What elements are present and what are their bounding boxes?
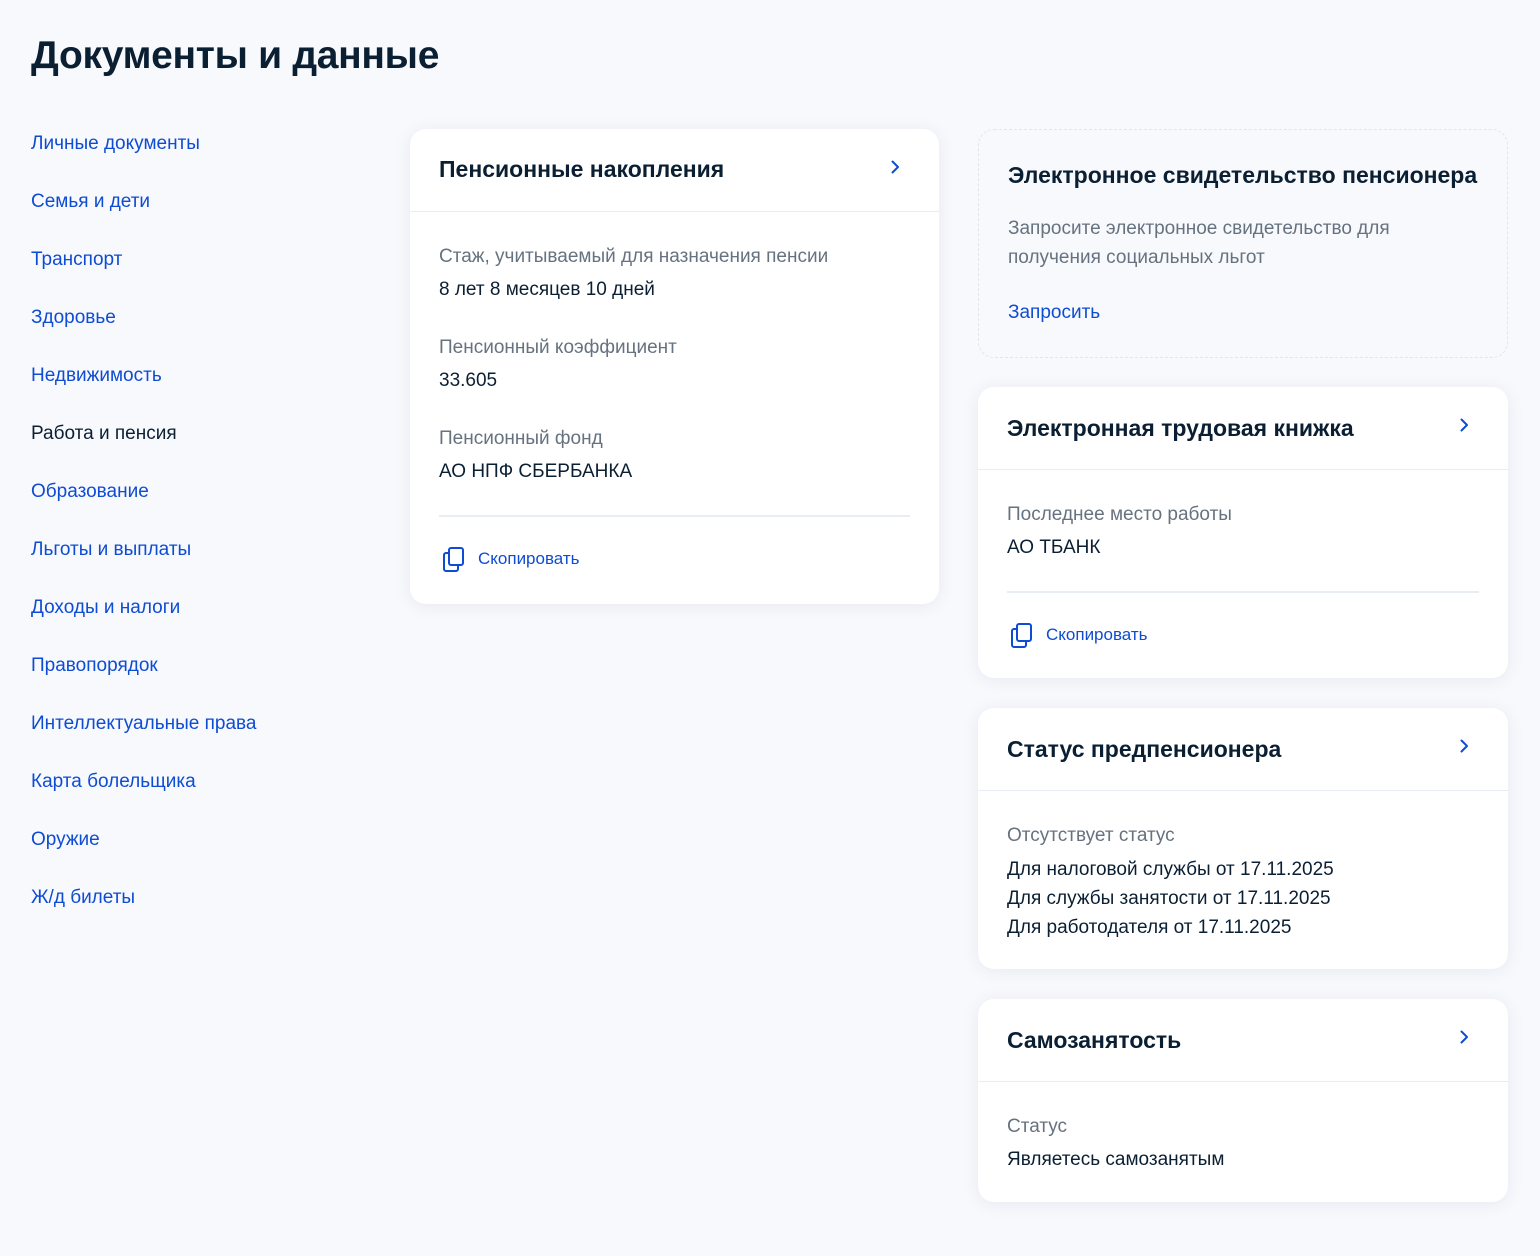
status-line: Для работодателя от 17.11.2025 xyxy=(1007,917,1292,938)
sidebar-item-transport[interactable]: Транспорт xyxy=(31,244,361,302)
card-description: Запросите электронное свидетельство для … xyxy=(1008,218,1390,268)
work-book-card-header[interactable]: Электронная трудовая книжка xyxy=(978,387,1508,470)
status-line: Для службы занятости от 17.11.2025 xyxy=(1007,888,1331,909)
pension-savings-card-body: Стаж, учитываемый для назначения пенсии … xyxy=(410,212,939,573)
field-label: Статус xyxy=(1007,1116,1068,1137)
field-label: Стаж, учитываемый для назначения пенсии xyxy=(439,246,829,267)
field-value: Являетесь самозанятым xyxy=(1007,1149,1225,1170)
copy-label: Скопировать xyxy=(1046,624,1148,644)
copy-button[interactable]: Скопировать xyxy=(1007,621,1479,649)
sidebar-item-education[interactable]: Образование xyxy=(31,476,361,534)
card-title: Статус предпенсионера xyxy=(1007,736,1282,762)
copy-icon xyxy=(1011,622,1032,648)
chevron-right-icon[interactable] xyxy=(1454,1027,1474,1047)
page: Документы и данные Личные документы Семь… xyxy=(0,0,1540,1256)
self-employment-card-header[interactable]: Самозанятость xyxy=(978,999,1508,1082)
chevron-right-icon[interactable] xyxy=(1454,415,1474,435)
sidebar-nav: Личные документы Семья и дети Транспорт … xyxy=(31,128,361,940)
sidebar-item-law-enforcement[interactable]: Правопорядок xyxy=(31,650,361,708)
sidebar-item-income-taxes[interactable]: Доходы и налоги xyxy=(31,592,361,650)
pensioner-certificate-card: Электронное свидетельство пенсионера Зап… xyxy=(978,129,1508,358)
sidebar-item-health[interactable]: Здоровье xyxy=(31,302,361,360)
sidebar-item-real-estate[interactable]: Недвижимость xyxy=(31,360,361,418)
field-label: Пенсионный фонд xyxy=(439,428,603,449)
request-button[interactable]: Запросить xyxy=(1008,302,1100,324)
field-value: 33.605 xyxy=(439,370,498,391)
divider xyxy=(439,515,910,517)
field-value: АО ТБАНК xyxy=(1007,537,1101,558)
field-label: Пенсионный коэффициент xyxy=(439,337,677,358)
status-label: Отсутствует статус xyxy=(1007,825,1175,846)
work-book-card: Электронная трудовая книжка Последнее ме… xyxy=(978,387,1508,678)
chevron-right-icon[interactable] xyxy=(885,157,905,177)
card-title: Электронная трудовая книжка xyxy=(1007,415,1354,441)
prepension-status-card: Статус предпенсионера Отсутствует статус… xyxy=(978,708,1508,969)
work-book-card-body: Последнее место работы АО ТБАНК Скопиров… xyxy=(978,470,1508,649)
copy-label: Скопировать xyxy=(478,548,580,568)
field-value: АО НПФ СБЕРБАНКА xyxy=(439,461,633,482)
pension-savings-card: Пенсионные накопления Стаж, учитываемый … xyxy=(410,129,939,604)
prepension-status-card-body: Отсутствует статус Для налоговой службы … xyxy=(978,791,1508,942)
copy-icon xyxy=(443,546,464,572)
field-value: 8 лет 8 месяцев 10 дней xyxy=(439,279,655,300)
card-title: Электронное свидетельство пенсионера xyxy=(1008,162,1478,188)
chevron-right-icon[interactable] xyxy=(1454,736,1474,756)
pension-savings-card-header[interactable]: Пенсионные накопления xyxy=(410,129,939,212)
self-employment-card-body: Статус Являетесь самозанятым xyxy=(978,1082,1508,1174)
self-employment-card: Самозанятость Статус Являетесь самозанят… xyxy=(978,999,1508,1202)
card-title: Пенсионные накопления xyxy=(439,156,725,182)
divider xyxy=(1007,591,1479,593)
sidebar-item-personal-documents[interactable]: Личные документы xyxy=(31,128,361,186)
sidebar-item-work-pension[interactable]: Работа и пенсия xyxy=(31,418,361,476)
sidebar-item-railway-tickets[interactable]: Ж/д билеты xyxy=(31,882,361,940)
page-title: Документы и данные xyxy=(31,34,440,77)
copy-button[interactable]: Скопировать xyxy=(439,545,910,573)
sidebar-item-fan-card[interactable]: Карта болельщика xyxy=(31,766,361,824)
field-label: Последнее место работы xyxy=(1007,504,1232,525)
sidebar-item-weapons[interactable]: Оружие xyxy=(31,824,361,882)
card-title: Самозанятость xyxy=(1007,1027,1182,1053)
sidebar-item-benefits-payments[interactable]: Льготы и выплаты xyxy=(31,534,361,592)
sidebar-item-family-children[interactable]: Семья и дети xyxy=(31,186,361,244)
prepension-status-card-header[interactable]: Статус предпенсионера xyxy=(978,708,1508,791)
sidebar-item-intellectual-rights[interactable]: Интеллектуальные права xyxy=(31,708,361,766)
status-line: Для налоговой службы от 17.11.2025 xyxy=(1007,859,1334,880)
